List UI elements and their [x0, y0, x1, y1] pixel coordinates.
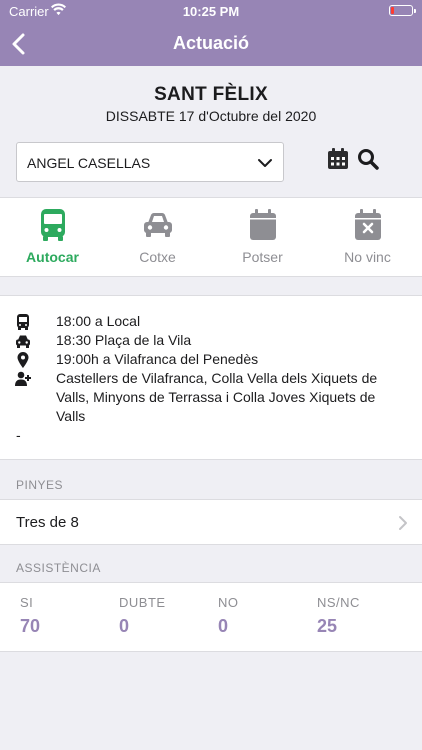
attendance-count: 25	[317, 616, 338, 636]
attendance-count: 70	[20, 616, 41, 636]
event-details: 18:00 a Local 18:30 Plaça de la Vila 19:…	[0, 295, 422, 460]
detail-text: 18:00 a Local	[56, 313, 141, 329]
detail-text: Castellers de Vilafranca, Colla Vella de…	[56, 370, 378, 424]
attendance-si: SI 70	[20, 595, 40, 637]
attendance-label: SI	[20, 595, 34, 610]
member-select-value: ANGEL CASELLAS	[27, 155, 151, 171]
tab-label: Potser	[242, 249, 283, 265]
detail-notes: -	[16, 427, 21, 443]
bus-icon	[41, 209, 65, 241]
tab-potser[interactable]: Potser	[210, 198, 315, 278]
attendance-label: DUBTE	[119, 595, 166, 610]
calendar-icon	[250, 209, 276, 240]
pinyes-value: Tres de 8	[16, 514, 79, 531]
page-title: Actuació	[172, 33, 250, 53]
attendance-no: NO 0	[218, 595, 239, 637]
event-title: SANT FÈLIX	[154, 84, 268, 105]
calendar-x-icon	[355, 209, 381, 240]
car-icon	[144, 213, 172, 237]
pinyes-row[interactable]: Tres de 8	[0, 499, 422, 545]
member-select[interactable]: ANGEL CASELLAS	[16, 142, 284, 182]
attendance-dubte: DUBTE 0	[119, 595, 166, 637]
calendar-icon[interactable]	[327, 148, 349, 170]
user-plus-icon	[15, 371, 31, 386]
tab-label: No vinc	[344, 249, 391, 265]
tab-cotxe[interactable]: Cotxe	[105, 198, 210, 278]
search-icon[interactable]	[357, 148, 379, 170]
tab-label: Cotxe	[139, 249, 176, 265]
bus-icon	[17, 314, 29, 330]
navigation-bar: Carrier 10:25 PM Actuació	[0, 0, 422, 66]
attendance-label: NO	[218, 595, 239, 610]
tab-autocar[interactable]: Autocar	[0, 198, 105, 278]
clock: 10:25 PM	[182, 4, 240, 19]
tab-no-vinc[interactable]: No vinc	[315, 198, 420, 278]
status-bar: Carrier 10:25 PM	[0, 0, 422, 22]
event-header: SANT FÈLIX DISSABTE 17 d'Octubre del 202…	[0, 66, 422, 196]
detail-text: 18:30 Plaça de la Vila	[56, 332, 192, 348]
car-icon	[16, 335, 30, 348]
transport-tabs: Autocar Cotxe Potser No vinc	[0, 197, 422, 277]
pinyes-header: PINYES	[16, 478, 64, 492]
tab-label: Autocar	[26, 249, 79, 265]
attendance-label: NS/NC	[317, 595, 360, 610]
attendance-count: 0	[119, 616, 130, 636]
chevron-right-icon	[399, 516, 407, 530]
event-date: DISSABTE 17 d'Octubre del 2020	[105, 108, 317, 124]
chevron-down-icon	[258, 159, 272, 167]
battery-icon	[389, 5, 416, 16]
detail-text: 19:00h a Vilafranca del Penedès	[56, 351, 259, 367]
map-marker-icon	[17, 352, 29, 368]
assistencia-header: ASSISTÈNCIA	[16, 561, 101, 575]
attendance-count: 0	[218, 616, 229, 636]
attendance-summary: SI 70 DUBTE 0 NO 0 NS/NC 25	[0, 582, 422, 652]
attendance-nsnc: NS/NC 25	[317, 595, 360, 637]
